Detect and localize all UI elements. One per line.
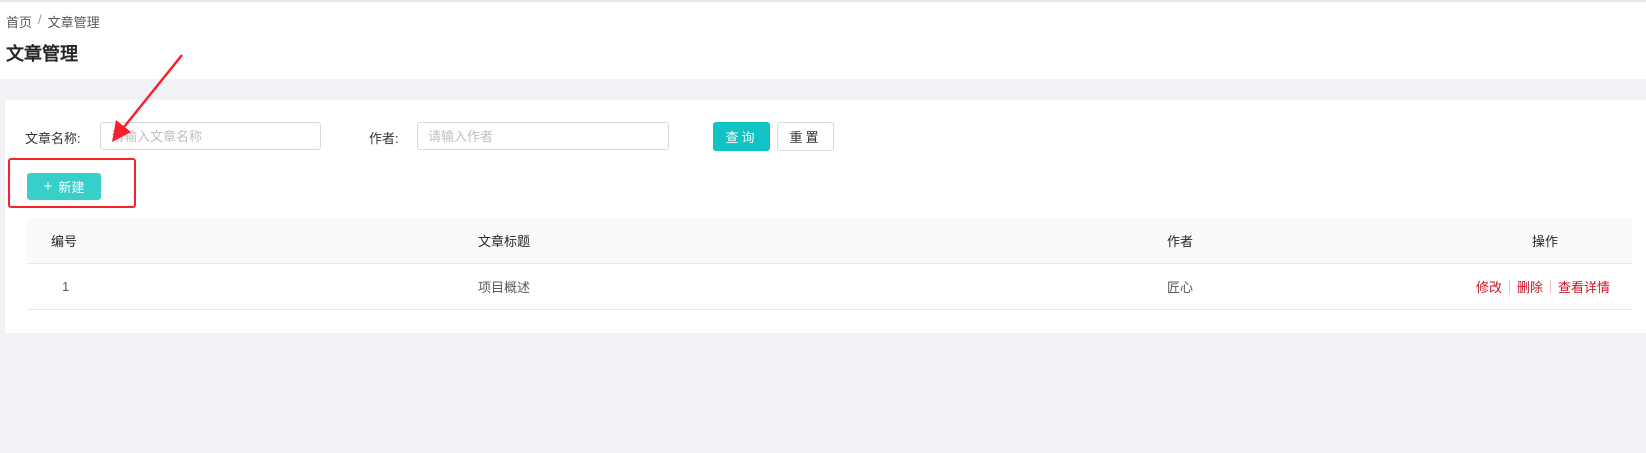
action-divider bbox=[1508, 280, 1510, 293]
page-header: 首页 / 文章管理 文章管理 bbox=[0, 0, 1646, 79]
table-header: 编号 文章标题 作者 操作 bbox=[27, 218, 1632, 264]
annotation-highlight-box bbox=[8, 158, 136, 208]
view-details-link[interactable]: 查看详情 bbox=[1558, 277, 1610, 296]
column-header-author: 作者 bbox=[1167, 234, 1194, 249]
author-label: 作者: bbox=[369, 131, 399, 146]
action-divider bbox=[1549, 280, 1551, 293]
delete-link[interactable]: 删除 bbox=[1517, 277, 1543, 296]
column-header-actions: 操作 bbox=[1532, 234, 1559, 249]
breadcrumb-current: 文章管理 bbox=[47, 15, 100, 30]
column-header-title: 文章标题 bbox=[478, 234, 531, 249]
column-header-id: 编号 bbox=[51, 234, 78, 249]
reset-button[interactable]: 重置 bbox=[777, 122, 834, 151]
page-title: 文章管理 bbox=[6, 44, 78, 64]
row-actions: 修改 删除 查看详情 bbox=[1476, 264, 1610, 309]
row-author: 匠心 bbox=[1167, 280, 1194, 295]
edit-link[interactable]: 修改 bbox=[1476, 277, 1502, 296]
breadcrumb-home[interactable]: 首页 bbox=[6, 12, 32, 31]
article-title-input[interactable] bbox=[100, 122, 321, 150]
breadcrumb-separator: / bbox=[38, 12, 42, 27]
article-title-label: 文章名称: bbox=[25, 131, 81, 146]
query-button[interactable]: 查询 bbox=[713, 122, 770, 151]
content-card: 文章名称: 作者: 查询 重置 + 新建 编号 文章标题 作者 操作 1 项目概… bbox=[5, 100, 1646, 333]
row-title: 项目概述 bbox=[478, 280, 531, 295]
author-input[interactable] bbox=[417, 122, 669, 150]
table-row: 1 项目概述 匠心 修改 删除 查看详情 bbox=[27, 264, 1632, 310]
row-id: 1 bbox=[62, 279, 70, 294]
breadcrumb: 首页 / 文章管理 bbox=[6, 12, 100, 31]
articles-table: 编号 文章标题 作者 操作 1 项目概述 匠心 修改 删除 查看详情 bbox=[27, 218, 1632, 310]
